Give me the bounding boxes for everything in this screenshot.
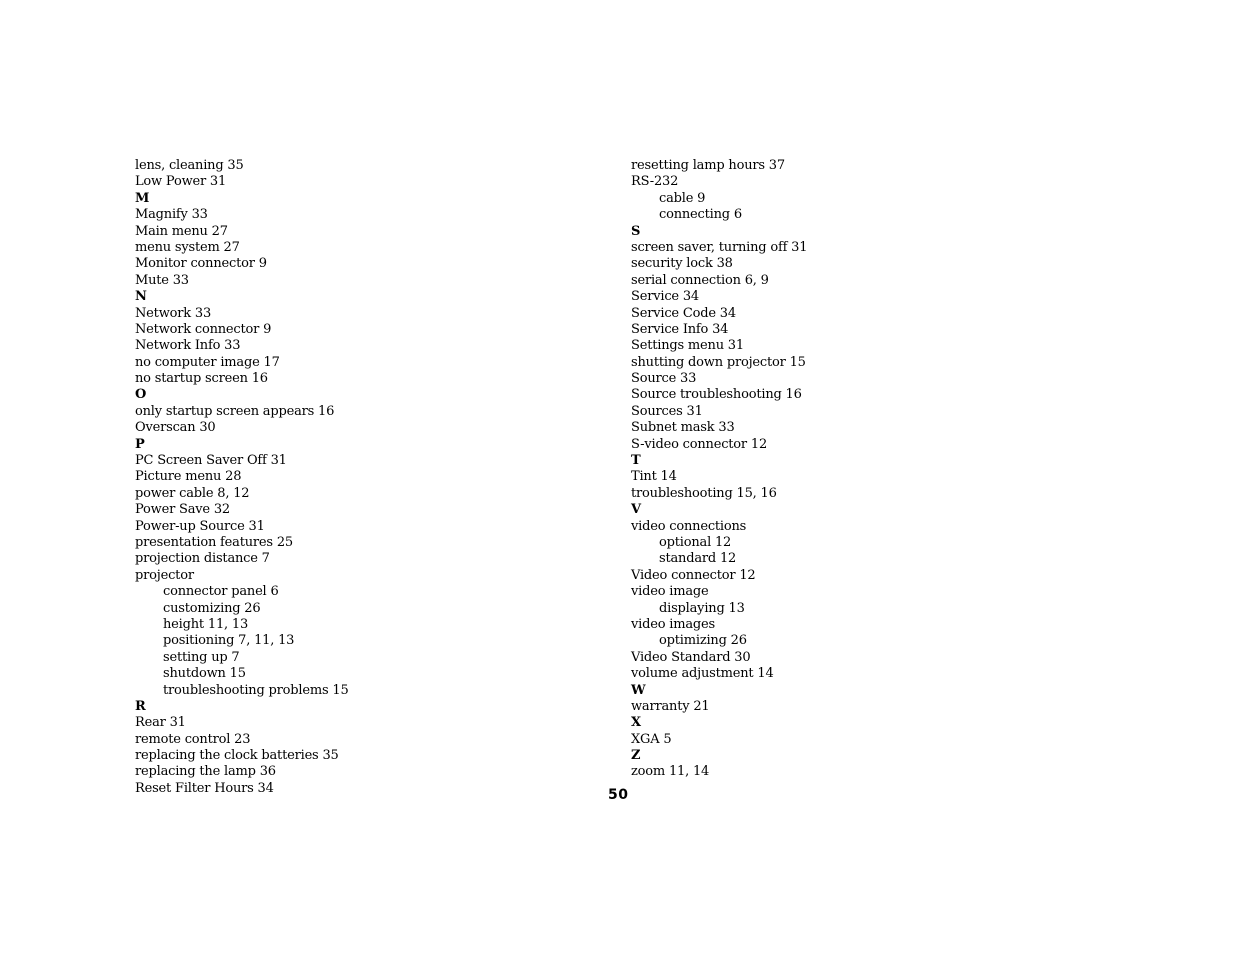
index-entry: Reset Filter Hours 34 [135, 780, 274, 796]
index-entry: Power-up Source 31 [135, 518, 265, 534]
index-entry: Main menu 27 [135, 223, 228, 239]
index-letter-heading: S [631, 223, 641, 239]
index-letter-heading: W [631, 682, 646, 698]
index-letter-heading: V [631, 502, 641, 518]
index-entry: Service 34 [631, 289, 699, 305]
index-entry: Mute 33 [135, 272, 189, 288]
index-entry: Monitor connector 9 [135, 256, 267, 272]
index-subentry: setting up 7 [163, 649, 240, 665]
index-entry: Network 33 [135, 305, 212, 321]
index-entry: Network Info 33 [135, 338, 241, 354]
index-entry: PC Screen Saver Off 31 [135, 453, 287, 469]
index-entry: Sources 31 [631, 403, 703, 419]
index-entry: no startup screen 16 [135, 371, 268, 387]
index-subentry: customizing 26 [163, 600, 261, 616]
index-entry: replacing the clock batteries 35 [135, 748, 339, 764]
index-letter-heading: P [135, 436, 145, 452]
index-entry: menu system 27 [135, 239, 240, 255]
index-entry: video images [631, 616, 715, 632]
index-entry: video image [631, 584, 709, 600]
index-entry: Source troubleshooting 16 [631, 387, 802, 403]
index-subentry: cable 9 [659, 190, 706, 206]
index-letter-heading: O [135, 387, 147, 403]
index-entry: Video Standard 30 [631, 649, 751, 665]
index-subentry: displaying 13 [659, 600, 745, 616]
index-entry: screen saver, turning off 31 [631, 239, 808, 255]
index-entry: video connections [631, 518, 747, 534]
index-column-left: lens, cleaning 35 Low Power 31 M Magnify 33… [135, 158, 349, 797]
index-letter-heading: M [135, 190, 150, 206]
index-entry: S-video connector 12 [631, 436, 768, 452]
index-entry: Tint 14 [631, 469, 677, 485]
index-subentry: connector panel 6 [163, 584, 279, 600]
index-entry: Power Save 32 [135, 502, 230, 518]
index-entry: Service Info 34 [631, 321, 729, 337]
index-entry: Magnify 33 [135, 207, 208, 223]
index-entry: XGA 5 [631, 731, 672, 747]
index-entry: volume adjustment 14 [631, 666, 774, 682]
index-entry: lens, cleaning 35 [135, 158, 244, 173]
index-entry: only startup screen appears 16 [135, 403, 335, 419]
index-entry: projection distance 7 [135, 551, 270, 567]
index-entry: troubleshooting 15, 16 [631, 485, 777, 501]
index-letter-heading: N [135, 289, 147, 305]
index-entry: zoom 11, 14 [631, 764, 710, 780]
index-entry: Video connector 12 [631, 567, 756, 583]
index-entry: Settings menu 31 [631, 338, 744, 354]
index-entry: Subnet mask 33 [631, 420, 735, 436]
index-entry: Overscan 30 [135, 420, 216, 436]
index-letter-heading: Z [631, 748, 641, 764]
index-letter-heading: T [631, 453, 641, 469]
index-entry: presentation features 25 [135, 534, 293, 550]
index-subentry: optional 12 [659, 534, 732, 550]
index-subentry: shutdown 15 [163, 666, 246, 682]
index-subentry: standard 12 [659, 551, 737, 567]
index-entry: serial connection 6, 9 [631, 272, 769, 288]
index-entry: Low Power 31 [135, 174, 227, 190]
page-number: 50 [608, 787, 629, 803]
index-entry: no computer image 17 [135, 354, 280, 370]
index-entry: Network connector 9 [135, 321, 272, 337]
index-column-right: resetting lamp hours 37 RS-232 cable 9 conn… [631, 158, 807, 781]
index-subentry: troubleshooting problems 15 [163, 682, 349, 698]
index-entry: replacing the lamp 36 [135, 764, 276, 780]
index-entry: power cable 8, 12 [135, 485, 250, 501]
index-entry: remote control 23 [135, 731, 251, 747]
index-entry: projector [135, 567, 194, 583]
index-entry: Service Code 34 [631, 305, 736, 321]
index-entry: Picture menu 28 [135, 469, 242, 485]
index-subentry: positioning 7, 11, 13 [163, 633, 295, 649]
index-letter-heading: X [631, 715, 641, 731]
index-entry: security lock 38 [631, 256, 733, 272]
index-subentry: optimizing 26 [659, 633, 747, 649]
index-subentry: height 11, 13 [163, 616, 249, 632]
index-subentry: connecting 6 [659, 207, 742, 223]
index-entry: Rear 31 [135, 715, 186, 731]
index-entry: resetting lamp hours 37 [631, 158, 785, 173]
index-letter-heading: R [135, 698, 146, 714]
index-entry: shutting down projector 15 [631, 354, 806, 370]
index-entry: warranty 21 [631, 698, 710, 714]
index-entry: RS-232 [631, 174, 679, 190]
index-entry: Source 33 [631, 371, 697, 387]
